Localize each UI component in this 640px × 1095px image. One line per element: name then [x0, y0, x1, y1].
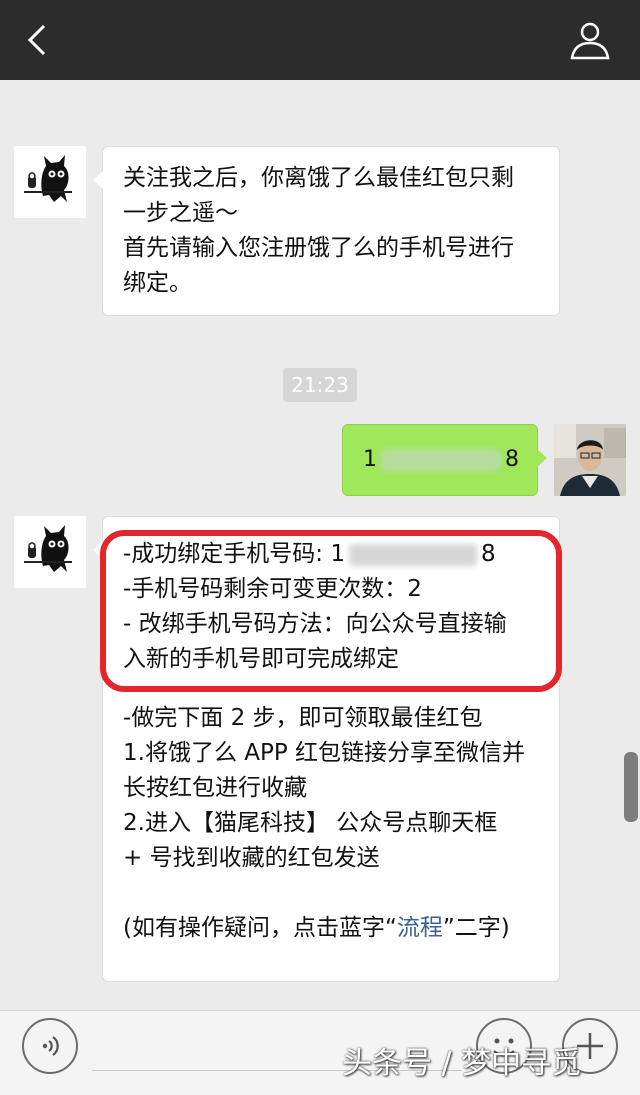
bot-avatar[interactable] — [14, 146, 86, 218]
message-text-line: 关注我之后，你离饿了么最佳红包只剩 — [123, 165, 514, 191]
outgoing-message-bubble[interactable]: 18 — [342, 424, 547, 496]
user-avatar[interactable] — [554, 424, 626, 496]
phone-first-digit: 1 — [363, 447, 377, 472]
footer-suffix: ”二字) — [442, 915, 510, 941]
message-text-line: 一步之遥～ — [123, 200, 238, 226]
message-text-line: (如有操作疑问，点击蓝字“流程”二字) — [123, 911, 539, 946]
message-timestamp: 21:23 — [283, 368, 357, 402]
message-text-line: 首先请输入您注册饿了么的手机号进行 — [123, 235, 514, 261]
sound-wave-icon — [42, 1036, 59, 1056]
voice-icon[interactable] — [22, 1018, 78, 1074]
flow-link[interactable]: 流程 — [397, 915, 443, 941]
cat-logo-icon — [24, 155, 72, 202]
cat-logo-icon — [24, 525, 72, 572]
user-photo-icon — [554, 424, 626, 496]
phone-last-digit: 8 — [505, 447, 519, 472]
footer-prefix: (如有操作疑问，点击蓝字“ — [123, 915, 397, 941]
highlight-annotation — [100, 530, 562, 692]
chevron-left-icon[interactable] — [20, 20, 60, 60]
person-outline-icon[interactable] — [568, 18, 612, 62]
message-text-line: + 号找到收藏的红包发送 — [123, 845, 380, 871]
watermark: 头条号 / 梦中寻觅 — [342, 1046, 582, 1081]
message-text-line: 绑定。 — [123, 270, 192, 296]
message-text-line: -做完下面 2 步，即可领取最佳红包 — [123, 705, 483, 731]
message-text-line: 长按红包进行收藏 — [123, 775, 307, 801]
message-text-line: 2.进入【猫尾科技】 公众号点聊天框 — [123, 810, 498, 836]
top-nav-bar — [0, 0, 640, 80]
redacted-digits — [381, 449, 501, 471]
message-text-line: 1.将饿了么 APP 红包链接分享至微信并 — [123, 740, 526, 766]
scrollbar-thumb[interactable] — [624, 752, 638, 822]
incoming-message-bubble[interactable]: 关注我之后，你离饿了么最佳红包只剩 一步之遥～ 首先请输入您注册饿了么的手机号进… — [93, 146, 560, 316]
bot-avatar[interactable] — [14, 516, 86, 588]
